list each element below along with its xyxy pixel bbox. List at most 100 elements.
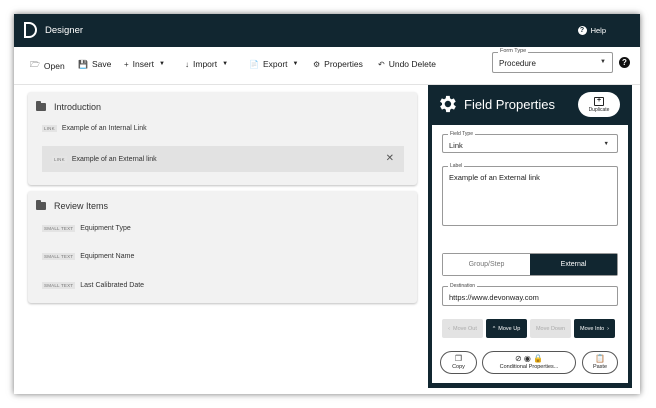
form-type-select[interactable]: Form Type Procedure ▼ — [492, 48, 613, 73]
move-up-label: Move Up — [498, 325, 521, 332]
app-window: Designer ? Help 🗁 Open 💾 Save + Insert ▼… — [14, 14, 640, 394]
destination-value: https://www.devonway.com — [449, 293, 539, 302]
form-type-label: Form Type — [498, 48, 529, 54]
copy-icon: ❐ — [454, 354, 463, 363]
paste-label: Paste — [592, 364, 608, 370]
caret-down-icon: ▼ — [600, 59, 606, 65]
form-type-value: Procedure — [499, 59, 536, 68]
arrow-down-icon: ↓ — [185, 59, 189, 69]
close-icon[interactable]: ✕ — [386, 153, 394, 164]
export-label: Export — [262, 59, 288, 69]
field-type-tag: LINK — [52, 155, 67, 163]
section-introduction[interactable]: Introduction LINK Example of an Internal… — [28, 92, 417, 185]
help-icon: ? — [577, 26, 587, 35]
list-item[interactable]: LINK Example of an Internal Link — [42, 125, 147, 132]
form-outline: Introduction LINK Example of an Internal… — [14, 85, 427, 394]
item-label: Equipment Name — [80, 253, 135, 260]
item-label: Example of an Internal Link — [61, 125, 147, 132]
move-down-button[interactable]: Move Down — [530, 319, 571, 338]
move-up-button[interactable]: ^ Move Up — [486, 319, 527, 338]
panel-body: Field Type Link ▼ Label Example of an Ex… — [432, 125, 628, 383]
item-label: Last Calibrated Date — [80, 282, 145, 289]
item-label: Equipment Type — [80, 225, 131, 232]
insert-menu[interactable]: + Insert ▼ — [124, 59, 165, 69]
section-title: Introduction — [54, 102, 102, 112]
clipboard-icon: 📋 — [595, 354, 605, 363]
import-label: Import — [193, 59, 218, 69]
section-title: Review Items — [54, 201, 109, 211]
field-type-tag: SMALL TEXT — [42, 282, 76, 289]
folder-open-icon: 🗁 — [30, 60, 40, 69]
list-item[interactable]: SMALL TEXT Last Calibrated Date — [42, 282, 144, 289]
import-menu[interactable]: ↓ Import ▼ — [185, 59, 228, 69]
move-into-button[interactable]: Move Into › — [574, 319, 615, 338]
app-logo-icon — [24, 22, 37, 38]
duplicate-button[interactable]: + Duplicate — [578, 92, 620, 117]
field-type-tag: LINK — [42, 125, 57, 132]
destination-field[interactable]: Destination https://www.devonway.com — [442, 283, 618, 306]
copy-label: Copy — [452, 364, 465, 370]
undo-delete-label: Undo Delete — [388, 59, 436, 69]
gear-icon — [440, 95, 456, 113]
copy-button[interactable]: ❐ Copy — [440, 351, 477, 374]
chevron-up-icon: ^ — [492, 325, 496, 332]
caret-down-icon: ▼ — [158, 61, 165, 67]
folder-icon — [36, 200, 46, 210]
link-kind-toggle: Group/Step External — [442, 253, 618, 276]
save-button[interactable]: 💾 Save — [78, 59, 111, 69]
label-textarea[interactable]: Label Example of an External link — [442, 163, 618, 226]
panel-title: Field Properties — [464, 97, 556, 112]
toolbar: 🗁 Open 💾 Save + Insert ▼ ↓ Import ▼ 📄 Ex… — [14, 47, 640, 85]
group-step-option[interactable]: Group/Step — [443, 254, 530, 275]
external-option[interactable]: External — [530, 254, 617, 275]
open-button[interactable]: 🗁 Open — [30, 59, 65, 73]
list-item[interactable]: SMALL TEXT Equipment Name — [42, 253, 134, 260]
caret-down-icon: ▼ — [222, 61, 229, 67]
chevron-right-icon: › — [607, 325, 609, 332]
list-item-selected[interactable]: LINK Example of an External link ✕ — [42, 146, 404, 172]
label-field-value: Example of an External link — [449, 173, 540, 182]
section-review-items[interactable]: Review Items SMALL TEXT Equipment Type S… — [28, 191, 417, 303]
condition-icons: ⊘ ◉ 🔒 — [514, 354, 544, 363]
insert-label: Insert — [132, 59, 154, 69]
gear-icon: ⚙ — [313, 59, 321, 69]
field-type-select[interactable]: Field Type Link ▼ — [442, 131, 618, 153]
save-label: Save — [91, 59, 112, 69]
section-header: Introduction — [36, 101, 102, 112]
field-type-tag: SMALL TEXT — [42, 253, 76, 260]
caret-down-icon: ▼ — [603, 141, 609, 147]
question-help-icon[interactable]: ? — [619, 57, 630, 68]
duplicate-label: Duplicate — [588, 106, 610, 113]
field-type-label: Field Type — [448, 131, 475, 137]
conditional-properties-button[interactable]: ⊘ ◉ 🔒 Conditional Properties... — [482, 351, 576, 374]
field-type-value: Link — [449, 141, 463, 150]
export-menu[interactable]: 📄 Export ▼ — [249, 59, 299, 69]
title-bar: Designer ? Help — [14, 14, 640, 47]
conditional-label: Conditional Properties... — [499, 364, 559, 370]
duplicate-icon: + — [594, 96, 604, 106]
label-field-label: Label — [448, 163, 465, 169]
properties-button[interactable]: ⚙ Properties — [313, 59, 363, 69]
section-header: Review Items — [36, 200, 109, 211]
open-label: Open — [43, 61, 65, 71]
field-properties-panel: Field Properties + Duplicate Field Type … — [428, 85, 632, 388]
plus-icon: + — [124, 59, 129, 69]
list-item[interactable]: SMALL TEXT Equipment Type — [42, 225, 131, 232]
move-out-label: Move Out — [453, 325, 477, 332]
properties-label: Properties — [324, 59, 363, 69]
destination-label: Destination — [448, 283, 478, 289]
undo-icon: ↶ — [378, 59, 385, 69]
move-down-label: Move Down — [535, 325, 566, 332]
field-type-tag: SMALL TEXT — [42, 225, 76, 232]
help-label: Help — [590, 26, 606, 35]
move-out-button[interactable]: ‹ Move Out — [442, 319, 483, 338]
save-icon: 💾 — [78, 59, 88, 69]
help-button[interactable]: ? Help — [577, 26, 606, 35]
paste-button[interactable]: 📋 Paste — [582, 351, 618, 374]
folder-icon — [36, 101, 46, 111]
file-icon: 📄 — [249, 59, 259, 69]
move-into-label: Move Into — [580, 325, 605, 332]
undo-delete-button[interactable]: ↶ Undo Delete — [378, 59, 436, 69]
item-label: Example of an External link — [71, 155, 157, 163]
app-title: Designer — [45, 25, 84, 36]
